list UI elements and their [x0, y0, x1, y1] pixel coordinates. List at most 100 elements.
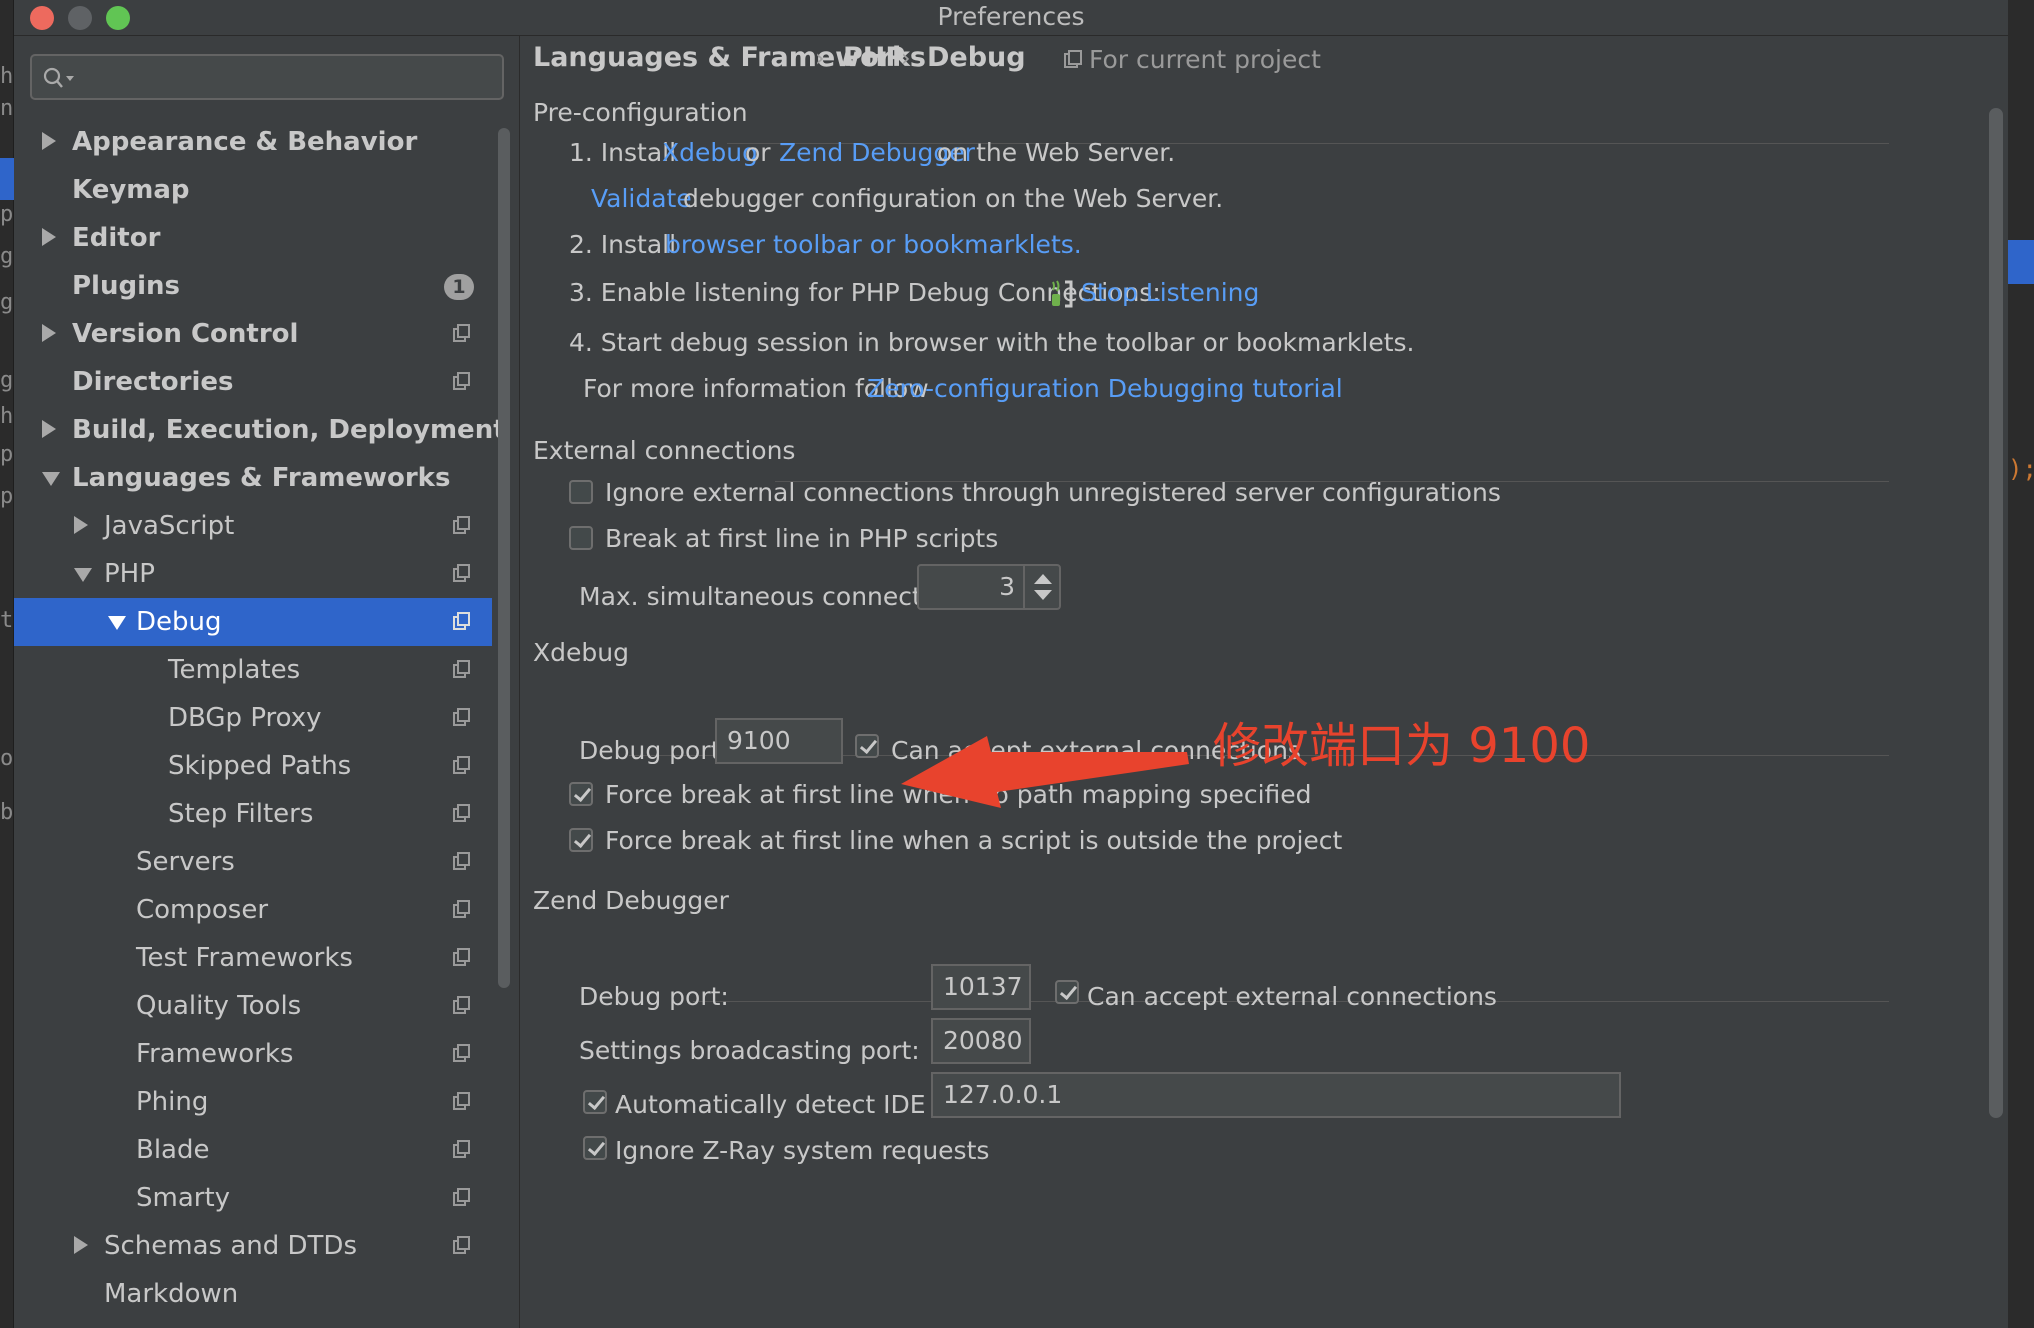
background-text: p	[0, 202, 14, 227]
sidebar-item-test-frameworks[interactable]: Test Frameworks	[14, 934, 492, 982]
broadcast-port-input[interactable]: 20080	[931, 1018, 1031, 1064]
zend-accept-external-label: Can accept external connections	[1087, 982, 1497, 1011]
project-scope-icon	[453, 1044, 470, 1062]
zero-config-tutorial-link[interactable]: Zero-configuration Debugging tutorial	[867, 374, 1343, 403]
project-scope-icon	[1064, 50, 1082, 68]
xdebug-accept-external-checkbox[interactable]	[855, 734, 879, 758]
project-scope-icon	[453, 564, 470, 582]
xdebug-link[interactable]: Xdebug	[662, 138, 758, 167]
sidebar-item-debug[interactable]: Debug	[14, 598, 492, 646]
browser-toolbar-link[interactable]: browser toolbar or bookmarklets.	[665, 230, 1082, 259]
detect-ide-ip-checkbox[interactable]	[583, 1090, 607, 1114]
sidebar-scrollbar[interactable]	[498, 128, 510, 988]
project-scope-icon	[453, 1188, 470, 1206]
sidebar-item-label: Languages & Frameworks	[72, 463, 451, 493]
detect-ide-ip-label: Automatically detect IDE IP:	[615, 1090, 965, 1119]
background-editor-left: h n p g. g g h pl p tr or b	[0, 0, 27, 1328]
sidebar-item-smarty[interactable]: Smarty	[14, 1174, 492, 1222]
sidebar-item-label: Keymap	[72, 175, 190, 205]
ignore-zray-label: Ignore Z-Ray system requests	[615, 1136, 990, 1165]
sidebar-item-label: Step Filters	[168, 799, 314, 829]
sidebar-item-quality-tools[interactable]: Quality Tools	[14, 982, 492, 1030]
project-scope-icon	[453, 372, 470, 390]
sidebar-item-label: Schemas and DTDs	[104, 1231, 357, 1261]
project-scope-icon	[453, 996, 470, 1014]
zend-port-input[interactable]: 10137	[931, 964, 1031, 1010]
sidebar-item-blade[interactable]: Blade	[14, 1126, 492, 1174]
background-selection	[2008, 240, 2034, 284]
spinner-up-icon	[1034, 574, 1052, 584]
collapsed-arrow-icon[interactable]	[42, 324, 56, 342]
project-scope-icon	[453, 324, 470, 342]
breadcrumb-item: Debug	[927, 42, 1026, 73]
spinner-arrows[interactable]	[1023, 566, 1059, 608]
broadcast-port-label: Settings broadcasting port:	[579, 1036, 920, 1065]
ignore-external-checkbox[interactable]	[569, 480, 593, 504]
validate-link[interactable]: Validate	[591, 184, 692, 213]
section-title-external-connections: External connections	[533, 436, 796, 465]
scope-label: For current project	[1089, 45, 1321, 74]
section-title-zend-debugger: Zend Debugger	[533, 886, 729, 915]
expanded-arrow-icon[interactable]	[74, 568, 92, 582]
collapsed-arrow-icon[interactable]	[74, 1236, 88, 1254]
sidebar-item-phing[interactable]: Phing	[14, 1078, 492, 1126]
break-first-line-checkbox[interactable]	[569, 526, 593, 550]
xdebug-port-input[interactable]: 9100	[715, 718, 843, 764]
sidebar-item-editor[interactable]: Editor	[14, 214, 492, 262]
settings-search-input[interactable]	[84, 62, 484, 92]
expanded-arrow-icon[interactable]	[42, 472, 60, 486]
sidebar-item-composer[interactable]: Composer	[14, 886, 492, 934]
sidebar-item-step-filters[interactable]: Step Filters	[14, 790, 492, 838]
settings-search-box[interactable]	[30, 54, 504, 100]
ide-ip-input[interactable]: 127.0.0.1	[931, 1072, 1621, 1118]
sidebar-item-schemas-and-dtds[interactable]: Schemas and DTDs	[14, 1222, 492, 1270]
project-scope-icon	[453, 756, 470, 774]
sidebar-item-label: Skipped Paths	[168, 751, 352, 781]
annotation-text: 修改端口为 9100	[1213, 718, 1591, 774]
force-break-outside-label: Force break at first line when a script …	[605, 826, 1343, 855]
sidebar-item-javascript[interactable]: JavaScript	[14, 502, 492, 550]
sidebar-item-directories[interactable]: Directories	[14, 358, 492, 406]
sidebar-item-label: Editor	[72, 223, 161, 253]
sidebar-item-templates[interactable]: Templates	[14, 646, 492, 694]
collapsed-arrow-icon[interactable]	[42, 228, 56, 246]
stop-listening-link[interactable]: Stop Listening	[1081, 278, 1259, 307]
background-text: b	[0, 800, 14, 825]
breadcrumb-separator: ›	[815, 44, 825, 72]
max-connections-spinner[interactable]: 3	[917, 564, 1061, 610]
background-text: n	[0, 96, 14, 121]
sidebar-item-keymap[interactable]: Keymap	[14, 166, 492, 214]
collapsed-arrow-icon[interactable]	[42, 132, 56, 150]
sidebar-item-servers[interactable]: Servers	[14, 838, 492, 886]
ignore-external-label: Ignore external connections through unre…	[605, 478, 1501, 507]
project-scope-icon	[453, 516, 470, 534]
sidebar-item-label: Quality Tools	[136, 991, 302, 1021]
collapsed-arrow-icon[interactable]	[42, 420, 56, 438]
breadcrumb-item: PHP	[843, 42, 906, 73]
sidebar-item-label: Smarty	[136, 1183, 231, 1213]
collapsed-arrow-icon[interactable]	[74, 516, 88, 534]
sidebar-item-label: JavaScript	[104, 511, 235, 541]
zend-accept-external-checkbox[interactable]	[1055, 980, 1079, 1004]
sidebar-item-version-control[interactable]: Version Control	[14, 310, 492, 358]
sidebar-item-skipped-paths[interactable]: Skipped Paths	[14, 742, 492, 790]
ignore-zray-checkbox[interactable]	[583, 1136, 607, 1160]
sidebar-item-build-execution-deployment[interactable]: Build, Execution, Deployment	[14, 406, 506, 454]
force-break-outside-checkbox[interactable]	[569, 828, 593, 852]
sidebar-item-dbgp-proxy[interactable]: DBGp Proxy	[14, 694, 492, 742]
sidebar-item-plugins[interactable]: Plugins 1	[14, 262, 492, 310]
annotation-arrow-icon	[901, 736, 1189, 808]
sidebar-item-label: Plugins	[72, 271, 180, 301]
expanded-arrow-icon[interactable]	[108, 616, 126, 630]
sidebar-item-php[interactable]: PHP	[14, 550, 492, 598]
sidebar-item-frameworks[interactable]: Frameworks	[14, 1030, 492, 1078]
content-scrollbar[interactable]	[1989, 108, 2003, 1118]
sidebar-item-appearance-behavior[interactable]: Appearance & Behavior	[14, 118, 492, 166]
max-connections-value: 3	[999, 572, 1015, 601]
force-break-no-mapping-checkbox[interactable]	[569, 782, 593, 806]
sidebar-item-markdown[interactable]: Markdown	[14, 1270, 492, 1318]
sidebar-item-label: Debug	[136, 607, 222, 637]
sidebar-item-label: PHP	[104, 559, 155, 589]
listening-phone-icon[interactable]	[1047, 278, 1079, 310]
sidebar-item-languages-frameworks[interactable]: Languages & Frameworks	[14, 454, 492, 502]
